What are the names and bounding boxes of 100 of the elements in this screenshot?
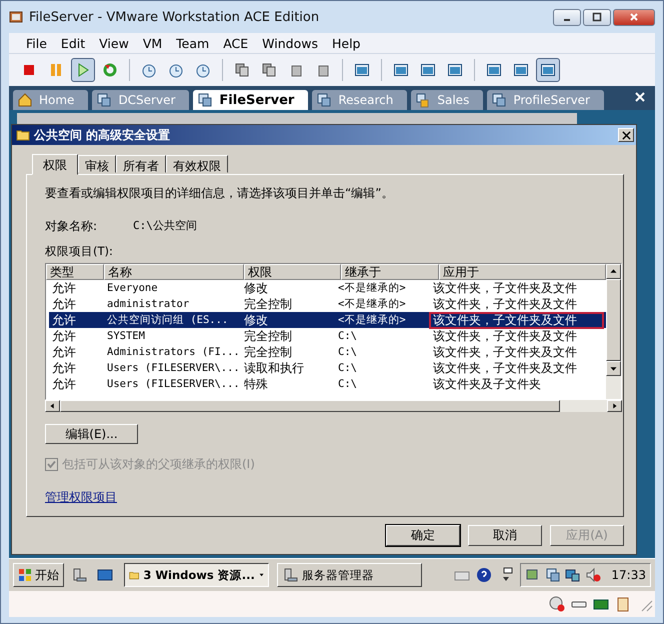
instruction-text: 要查看或编辑权限项目的详细信息，请选择该项目并单击“编辑”。 (45, 185, 394, 202)
minimize-icon (564, 19, 570, 21)
table-cell-text: 完全控制 (243, 328, 293, 344)
tab[interactable]: 权限 (32, 154, 78, 175)
muted-speaker-icon[interactable] (585, 567, 602, 583)
tab[interactable]: 有效权限 (166, 155, 228, 173)
minimize-button[interactable] (553, 8, 581, 26)
vm-tab[interactable]: FileServer (193, 90, 308, 110)
toolbar-button[interactable] (536, 58, 560, 82)
permission-row[interactable]: 允许 Everyone 修改 <不是继承的> 该文件夹，子文件夹及文件 (49, 280, 606, 296)
stop-icon (21, 62, 37, 78)
table-cell-text: 允许 (51, 344, 77, 360)
menu-item[interactable]: Help (324, 36, 368, 50)
permission-row[interactable]: 允许 Users (FILESERVER\... 读取和执行 C:\ 该文件夹，子文件夹及文件 (49, 360, 606, 376)
play-button[interactable] (71, 58, 95, 82)
disc-icon[interactable] (549, 596, 565, 612)
table-cell-text: 允许 (51, 280, 77, 296)
table-cell-text: 修改 (243, 280, 269, 296)
stacked-pages-icon (261, 62, 277, 78)
table-cell-text: 完全控制 (243, 344, 293, 360)
window-icon (420, 62, 436, 78)
server-icon (282, 567, 298, 583)
taskbar-button[interactable]: 服务器管理器 (277, 563, 422, 587)
menu-item[interactable]: Edit (54, 36, 92, 50)
window-icon (447, 62, 463, 78)
caret-icon (258, 571, 264, 579)
help-icon[interactable] (476, 567, 492, 583)
menu-item[interactable]: File (19, 36, 54, 50)
permission-row[interactable]: 允许 Administrators (FI... 完全控制 C:\ 该文件夹，子文件夹及文件 (49, 344, 606, 360)
table-cell-text: 该文件夹及子文件夹 (432, 376, 542, 392)
refresh-icon (102, 62, 118, 78)
manage-link[interactable]: 管理权限项目 (45, 489, 117, 506)
tab[interactable]: 审核 (78, 155, 116, 173)
ok-button[interactable]: 确定 (386, 525, 460, 546)
permission-row[interactable]: 允许 Users (FILESERVER\... 特殊 C:\ 该文件夹及子文件夹 (49, 376, 606, 392)
table-cell-text: <不是继承的> (337, 312, 407, 328)
table-cell: 该文件夹，子文件夹及文件 (430, 312, 603, 328)
scroll-thumb[interactable] (606, 279, 621, 361)
vm-icon (491, 92, 508, 108)
vertical-scrollbar[interactable] (606, 264, 621, 399)
permission-row[interactable]: 允许 SYSTEM 完全控制 C:\ 该文件夹，子文件夹及文件 (49, 328, 606, 344)
menu-item[interactable]: View (92, 36, 136, 50)
table-cell-text: 允许 (51, 360, 77, 376)
tab[interactable]: 所有者 (116, 155, 166, 173)
menu-item[interactable]: VM (136, 36, 170, 50)
network-icon[interactable] (565, 567, 582, 583)
table-cell-text: 该文件夹，子文件夹及文件 (432, 360, 578, 376)
table-cell-text: Administrators (FI... (106, 344, 238, 360)
table-cell-text: 公共空间访问组 (ES... (106, 312, 230, 328)
stacked-pages-icon (234, 62, 250, 78)
close-icon (629, 12, 639, 22)
scroll-left-icon[interactable] (45, 400, 60, 412)
app-icon (9, 10, 23, 24)
vm-icon (197, 92, 214, 108)
menu-item[interactable]: ACE (216, 36, 256, 50)
permission-row[interactable]: 允许 公共空间访问组 (ES... 修改 <不是继承的> 该文件夹，子文件夹及文件 (49, 312, 606, 328)
scroll-right-icon[interactable] (607, 400, 622, 412)
desktop-icon[interactable] (97, 567, 113, 583)
checkbox-label: 包括可从该对象的父项继承的权限(I) (62, 456, 255, 473)
close-icon[interactable] (635, 92, 645, 102)
start-button[interactable]: 开始 (13, 563, 64, 587)
table-cell-text: <不是继承的> (337, 296, 407, 312)
taskbar-button[interactable]: 3 Windows 资源... (124, 563, 269, 587)
table-cell-text: 完全控制 (243, 296, 293, 312)
table-cell-text: <不是继承的> (337, 280, 407, 296)
table-cell-text: C:\ (337, 360, 358, 376)
vm-icon[interactable] (545, 567, 562, 583)
window-icon (393, 62, 409, 78)
table-cell-text: 允许 (51, 328, 77, 344)
maximize-button[interactable] (583, 8, 611, 26)
window-icon (486, 62, 502, 78)
dialog-button[interactable]: 取消 (468, 525, 542, 546)
permission-row[interactable]: 允许 administrator 完全控制 <不是继承的> 该文件夹，子文件夹及文件 (49, 296, 606, 312)
notes-icon[interactable] (615, 596, 631, 612)
menu-item[interactable]: Team (169, 36, 216, 50)
clock: 17:33 (611, 568, 646, 582)
column-header[interactable]: 继承于 (341, 264, 439, 280)
clock-icon (195, 62, 211, 78)
column-header[interactable]: 类型 (46, 264, 104, 280)
scroll-down-icon[interactable] (606, 361, 621, 376)
table-cell-text: 该文件夹，子文件夹及文件 (432, 328, 578, 344)
table-cell-text: 该文件夹，子文件夹及文件 (432, 344, 578, 360)
column-header[interactable]: 名称 (104, 264, 244, 280)
table-cell-text: 该文件夹，子文件夹及文件 (432, 296, 578, 312)
edit-button[interactable]: 编辑(E)... (45, 424, 138, 444)
server-icon[interactable] (71, 567, 87, 583)
table-cell-text: 允许 (51, 376, 77, 392)
column-header[interactable]: 权限 (244, 264, 341, 280)
vm-icon (316, 92, 332, 108)
team-icon (415, 92, 432, 108)
table-cell-text: Users (FILESERVER\... (106, 376, 238, 392)
table-cell-text: Users (FILESERVER\... (106, 360, 238, 376)
menu-item[interactable]: Windows (255, 36, 325, 50)
column-header[interactable]: 应用于 (439, 264, 606, 280)
scroll-up-icon[interactable] (606, 264, 621, 279)
checkmark-icon (46, 459, 57, 470)
dialog-title: 公共空间 的高级安全设置 (34, 126, 170, 144)
house-icon (17, 92, 33, 108)
table-cell-text: SYSTEM (106, 328, 146, 344)
table-cell-text: 该文件夹，子文件夹及文件 (432, 280, 578, 296)
